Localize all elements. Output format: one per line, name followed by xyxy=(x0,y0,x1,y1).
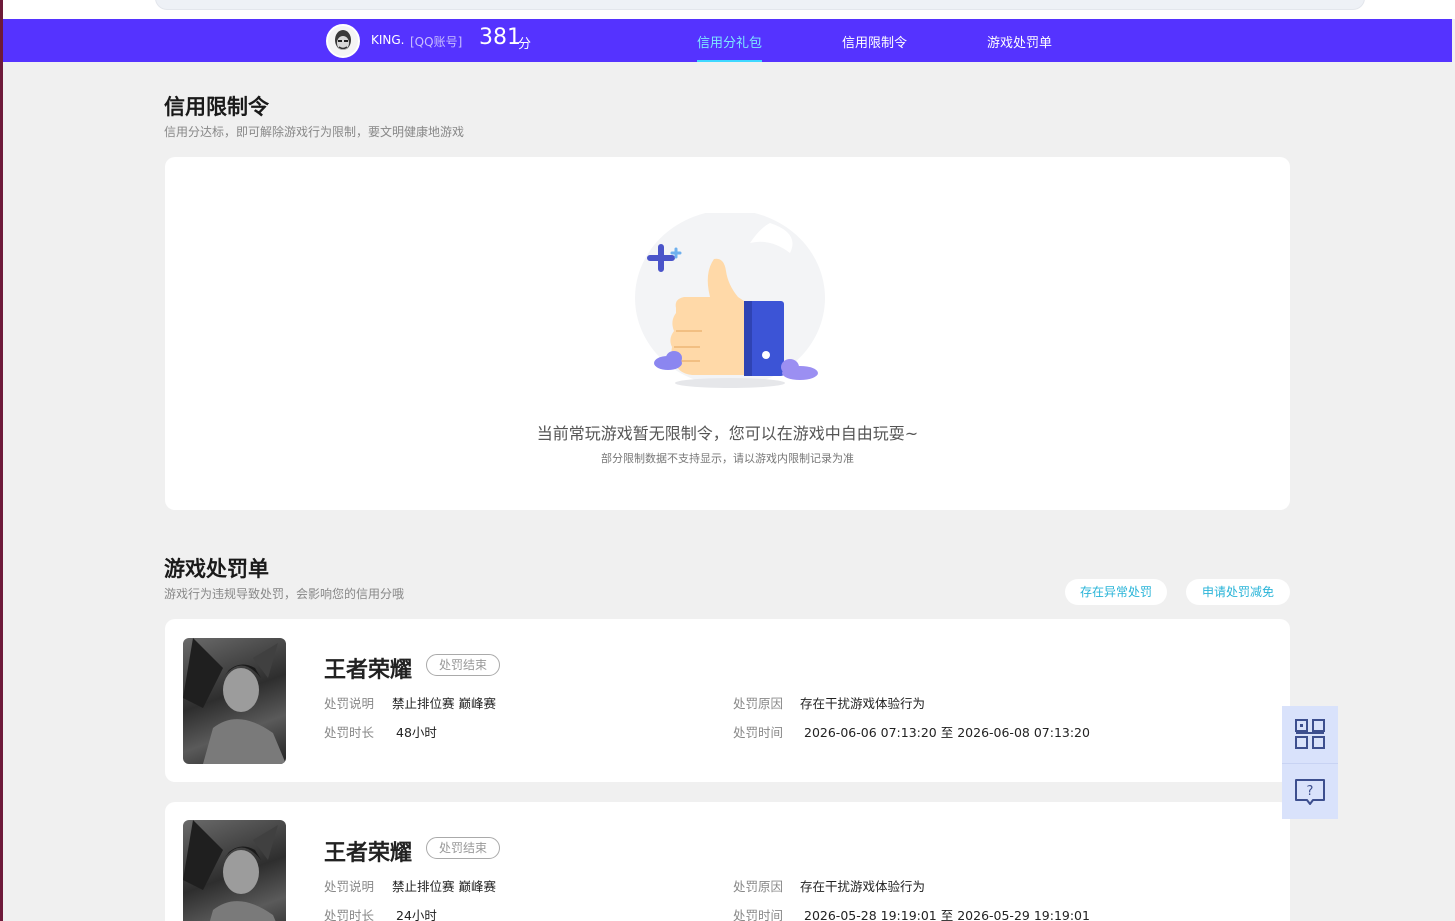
penalty-reason-label: 处罚原因 xyxy=(733,696,784,711)
penalty-item: 王者荣耀 处罚结束 处罚说明 禁止排位赛 巅峰赛 处罚时长 48小时 处罚原因 … xyxy=(165,619,1290,782)
user-nickname: KING. xyxy=(371,33,405,47)
credit-score: 381 xyxy=(479,25,521,50)
status-badge: 处罚结束 xyxy=(426,654,501,676)
hero-portrait-icon xyxy=(183,638,286,764)
account-type: [QQ账号] xyxy=(410,35,463,49)
restriction-title: 信用限制令 xyxy=(164,95,269,119)
empty-restriction-note: 部分限制数据不支持显示，请以游戏内限制记录为准 xyxy=(601,452,854,465)
qr-code-button[interactable] xyxy=(1282,706,1338,762)
penalty-duration-label: 处罚时长 xyxy=(324,725,375,740)
status-badge: 处罚结束 xyxy=(426,837,501,859)
penalty-subtitle: 游戏行为违规导致处罚，会影响您的信用分哦 xyxy=(164,587,405,601)
penalty-desc-value: 禁止排位赛 巅峰赛 xyxy=(392,696,496,711)
empty-restriction-message: 当前常玩游戏暂无限制令，您可以在游戏中自由玩耍~ xyxy=(536,424,919,443)
top-strip xyxy=(3,0,1455,19)
game-thumbnail xyxy=(183,820,286,921)
game-name: 王者荣耀 xyxy=(324,841,413,866)
penalty-duration-value: 24小时 xyxy=(396,908,437,921)
help-button[interactable]: ? xyxy=(1282,763,1338,819)
penalty-title: 游戏处罚单 xyxy=(164,557,269,581)
thumbs-up-illustration-icon xyxy=(635,213,825,388)
game-name: 王者荣耀 xyxy=(324,658,413,683)
penalty-time-label: 处罚时间 xyxy=(733,725,784,740)
tab-credit-gift[interactable]: 信用分礼包 xyxy=(697,32,763,62)
penalty-reason-label: 处罚原因 xyxy=(733,879,784,894)
restriction-card: 当前常玩游戏暂无限制令，您可以在游戏中自由玩耍~ 部分限制数据不支持显示，请以游… xyxy=(165,157,1290,510)
hero-portrait-icon xyxy=(183,820,278,921)
abnormal-penalty-button[interactable]: 存在异常处罚 xyxy=(1065,579,1167,605)
penalty-reason-value: 存在干扰游戏体验行为 xyxy=(800,879,926,894)
penalty-desc-label: 处罚说明 xyxy=(324,879,375,894)
penalty-duration-label: 处罚时长 xyxy=(324,908,375,921)
penalty-item: 王者荣耀 处罚结束 处罚说明 禁止排位赛 巅峰赛 处罚时长 24小时 处罚原因 … xyxy=(165,802,1290,921)
avatar-face-icon xyxy=(328,26,358,56)
penalty-reason-value: 存在干扰游戏体验行为 xyxy=(800,696,926,711)
penalty-time-value: 2026-06-06 07:13:20 至 2026-06-08 07:13:2… xyxy=(804,725,1090,740)
penalty-duration-value: 48小时 xyxy=(396,725,437,740)
credit-score-unit: 分 xyxy=(518,37,532,52)
nav-bar: KING. [QQ账号] 381 分 信用分礼包 信用限制令 游戏处罚单 xyxy=(3,19,1452,62)
svg-text:?: ? xyxy=(1307,784,1314,799)
penalty-desc-value: 禁止排位赛 巅峰赛 xyxy=(392,879,496,894)
qr-code-icon xyxy=(1295,719,1325,749)
tab-game-penalty[interactable]: 游戏处罚单 xyxy=(987,32,1052,62)
penalty-time-label: 处罚时间 xyxy=(733,908,784,921)
restriction-subtitle: 信用分达标，即可解除游戏行为限制，要文明健康地游戏 xyxy=(164,125,465,139)
help-chat-icon: ? xyxy=(1295,779,1325,805)
floating-side-panel: ? xyxy=(1282,706,1338,819)
tab-credit-restriction[interactable]: 信用限制令 xyxy=(842,32,907,62)
penalty-desc-label: 处罚说明 xyxy=(324,696,375,711)
user-avatar[interactable] xyxy=(326,24,360,58)
appeal-penalty-button[interactable]: 申请处罚减免 xyxy=(1186,579,1290,605)
game-thumbnail xyxy=(183,638,286,764)
top-search-bar[interactable] xyxy=(155,0,1365,10)
penalty-time-value: 2026-05-28 19:19:01 至 2026-05-29 19:19:0… xyxy=(804,908,1090,921)
window-left-edge xyxy=(0,0,3,921)
